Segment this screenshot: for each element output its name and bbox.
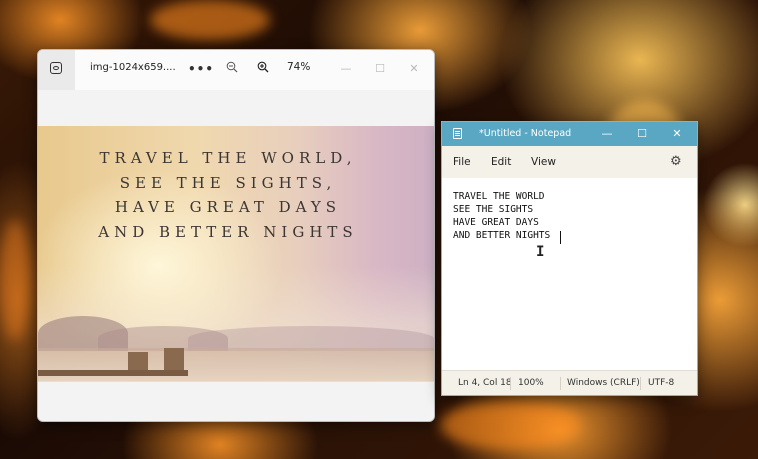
status-divider	[510, 377, 511, 390]
minimize-icon[interactable]: —	[336, 60, 356, 78]
editor-line: SEE THE SIGHTS	[453, 204, 534, 215]
status-zoom: 100%	[518, 378, 544, 388]
fire-glow	[0, 220, 30, 340]
status-encoding: UTF-8	[648, 378, 675, 388]
notepad-menubar: File Edit View ⚙	[442, 146, 697, 178]
ibeam-cursor-icon: I	[536, 244, 545, 260]
ellipsis-icon[interactable]: •••	[188, 60, 213, 78]
quote-line: HAVE GREAT DAYS	[114, 198, 342, 216]
zoom-in-icon[interactable]	[254, 60, 272, 78]
minimize-icon[interactable]: —	[596, 125, 618, 143]
notepad-app-icon	[453, 128, 462, 139]
pier-hut	[128, 352, 148, 370]
notepad-title: *Untitled - Notepad	[479, 128, 572, 139]
editor-line: TRAVEL THE WORLD	[453, 191, 545, 202]
editor-line: AND BETTER NIGHTS	[453, 230, 551, 241]
photos-bottom-bar	[38, 381, 434, 421]
text-caret	[560, 231, 561, 244]
close-icon[interactable]: ✕	[666, 125, 688, 143]
menu-edit[interactable]: Edit	[491, 156, 511, 168]
status-divider	[560, 377, 561, 390]
fire-glow	[150, 0, 270, 40]
photos-app-icon	[50, 62, 62, 74]
menu-view[interactable]: View	[531, 156, 556, 168]
status-position: Ln 4, Col 18	[458, 378, 512, 388]
image-quote: TRAVEL THE WORLD, SEE THE SIGHTS, HAVE G…	[48, 146, 408, 244]
image-viewer[interactable]: TRAVEL THE WORLD, SEE THE SIGHTS, HAVE G…	[38, 126, 434, 381]
fire-glow	[440, 400, 580, 450]
photos-app-tile[interactable]	[38, 50, 75, 90]
quote-line: TRAVEL THE WORLD,	[99, 149, 357, 167]
notepad-titlebar: *Untitled - Notepad — ☐ ✕	[442, 122, 697, 146]
pier-hut	[164, 348, 184, 370]
status-divider	[640, 377, 641, 390]
image-water	[38, 348, 434, 381]
status-line-ending: Windows (CRLF)	[567, 378, 640, 388]
pier	[38, 370, 188, 376]
notepad-statusbar: Ln 4, Col 18 100% Windows (CRLF) UTF-8	[442, 370, 697, 395]
photos-titlebar: img-1024x659.... ••• 74% — ☐ ✕	[38, 50, 434, 90]
maximize-icon[interactable]: ☐	[631, 125, 653, 143]
notepad-window: *Untitled - Notepad — ☐ ✕ File Edit View…	[441, 121, 698, 396]
editor-line: HAVE GREAT DAYS	[453, 217, 539, 228]
zoom-level[interactable]: 74%	[287, 61, 310, 73]
file-name-tab[interactable]: img-1024x659....	[90, 62, 176, 73]
quote-line: AND BETTER NIGHTS	[98, 222, 358, 241]
quote-line: SEE THE SIGHTS,	[119, 173, 337, 192]
text-editor[interactable]: TRAVEL THE WORLD SEE THE SIGHTS HAVE GRE…	[442, 178, 697, 370]
zoom-out-icon[interactable]	[223, 60, 241, 78]
gear-icon[interactable]: ⚙	[670, 154, 682, 169]
close-icon[interactable]: ✕	[404, 60, 424, 78]
menu-file[interactable]: File	[453, 156, 471, 168]
photos-window: img-1024x659.... ••• 74% — ☐ ✕ TRAVEL TH…	[37, 49, 435, 422]
maximize-icon[interactable]: ☐	[370, 60, 390, 78]
